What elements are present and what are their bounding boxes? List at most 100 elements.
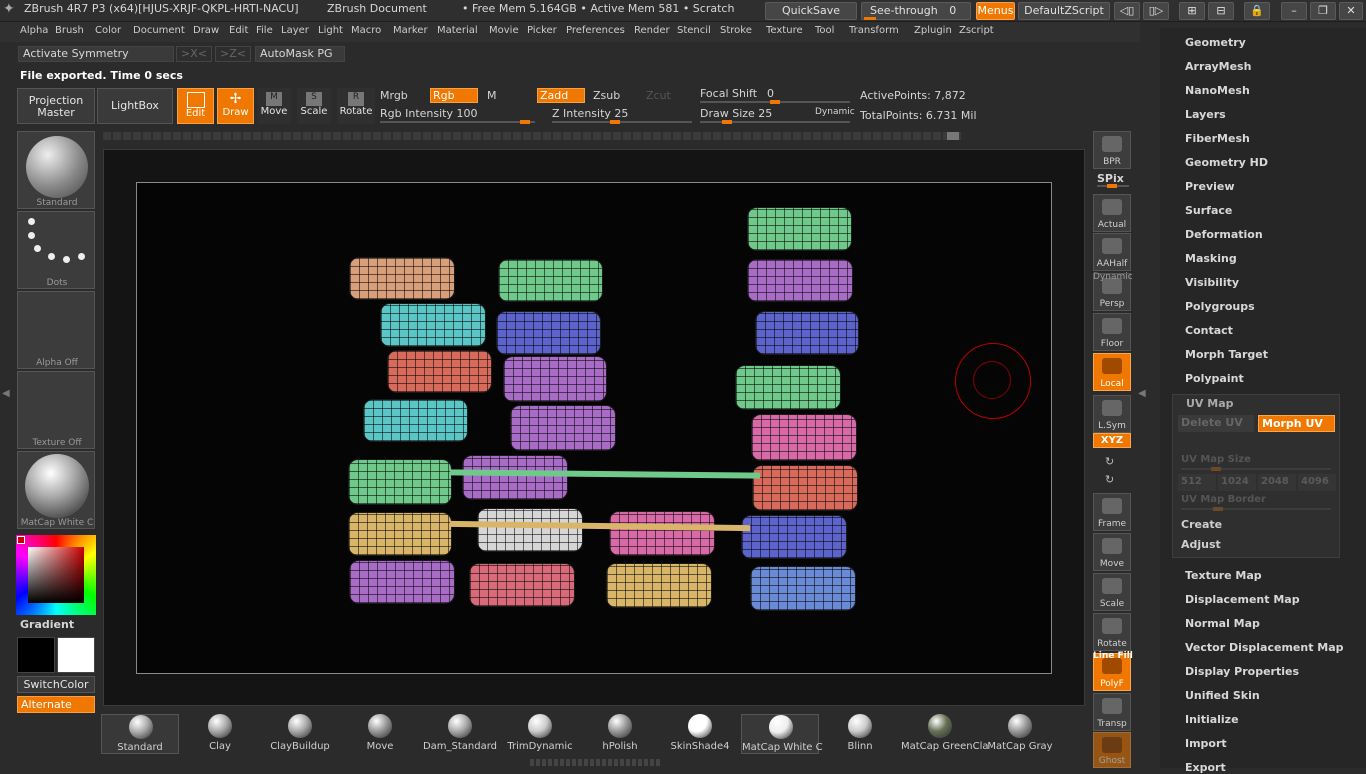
palette-visibility[interactable]: Visibility bbox=[1185, 276, 1239, 289]
palette-fibermesh[interactable]: FiberMesh bbox=[1185, 132, 1250, 145]
palette-masking[interactable]: Masking bbox=[1185, 252, 1237, 265]
z-intensity-track[interactable] bbox=[552, 120, 692, 124]
menu-marker[interactable]: Marker bbox=[393, 25, 428, 36]
x-symmetry-button[interactable]: >X< bbox=[176, 46, 212, 62]
xyz-button[interactable]: XYZ bbox=[1093, 433, 1131, 448]
zcut-button[interactable]: Zcut bbox=[646, 89, 671, 102]
uvmap-border-label[interactable]: UV Map Border bbox=[1181, 494, 1266, 505]
switchcolor-button[interactable]: SwitchColor bbox=[17, 676, 95, 693]
palette-layers[interactable]: Layers bbox=[1185, 108, 1226, 121]
menu-movie[interactable]: Movie bbox=[489, 25, 519, 36]
uvmap-size-slider[interactable] bbox=[1181, 467, 1331, 471]
palette-unified-skin[interactable]: Unified Skin bbox=[1185, 689, 1260, 702]
actual-button[interactable]: Actual bbox=[1093, 194, 1131, 232]
menu-alpha[interactable]: Alpha bbox=[20, 25, 48, 36]
lightbox-button[interactable]: LightBox bbox=[97, 88, 173, 124]
rgb-intensity-slider[interactable]: Rgb Intensity 100 bbox=[380, 107, 477, 120]
lsym-button[interactable]: L.Sym bbox=[1093, 395, 1131, 433]
palette-displacement-map[interactable]: Displacement Map bbox=[1185, 593, 1300, 606]
floor-button[interactable]: Floor bbox=[1093, 313, 1131, 351]
shelf-item-claybuildup[interactable]: ClayBuildup bbox=[261, 714, 339, 754]
shelf-item-skinshade4[interactable]: SkinShade4 bbox=[661, 714, 739, 754]
menu-edit[interactable]: Edit bbox=[229, 25, 248, 36]
stroke-thumbnail[interactable]: Dots bbox=[17, 211, 95, 289]
z-intensity-slider[interactable]: Z Intensity 25 bbox=[552, 107, 628, 120]
material-thumbnail[interactable]: MatCap White C bbox=[17, 451, 95, 529]
rgb-button[interactable]: Rgb bbox=[430, 88, 478, 103]
dynamic-persp-label[interactable]: Dynamic bbox=[1093, 272, 1133, 282]
secondary-color-swatch[interactable] bbox=[57, 637, 95, 673]
delete-uv-button[interactable]: Delete UV bbox=[1178, 415, 1254, 432]
shelf-item-clay[interactable]: Clay bbox=[181, 714, 259, 754]
palette-morph-target[interactable]: Morph Target bbox=[1185, 348, 1268, 361]
move-mode-button[interactable]: M Move bbox=[257, 88, 291, 124]
uvmap-title[interactable]: UV Map bbox=[1186, 397, 1234, 410]
menu-brush[interactable]: Brush bbox=[55, 25, 84, 36]
uvmap-size-1024[interactable]: 1024 bbox=[1218, 474, 1256, 491]
shelf-item-trimdynamic[interactable]: TrimDynamic bbox=[501, 714, 579, 754]
dynamic-button[interactable]: Dynamic bbox=[815, 107, 855, 117]
uvmap-size-4096[interactable]: 4096 bbox=[1298, 474, 1336, 491]
menu-color[interactable]: Color bbox=[95, 25, 121, 36]
menu-file[interactable]: File bbox=[256, 25, 273, 36]
edit-mode-button[interactable]: Edit bbox=[177, 88, 214, 124]
uvmap-border-slider[interactable] bbox=[1181, 507, 1331, 511]
palette-arraymesh[interactable]: ArrayMesh bbox=[1185, 60, 1251, 73]
alpha-thumbnail[interactable]: Alpha Off bbox=[17, 291, 95, 369]
shelf-item-move[interactable]: Move bbox=[341, 714, 419, 754]
canvas-top-scrollbar[interactable] bbox=[103, 132, 963, 140]
menu-picker[interactable]: Picker bbox=[527, 25, 557, 36]
palette-polypaint[interactable]: Polypaint bbox=[1185, 372, 1244, 385]
menu-texture[interactable]: Texture bbox=[766, 25, 803, 36]
rotate-mode-button[interactable]: R Rotate bbox=[337, 88, 375, 124]
brush-thumbnail[interactable]: Standard bbox=[17, 131, 95, 209]
palette-display-properties[interactable]: Display Properties bbox=[1185, 665, 1299, 678]
frame-button[interactable]: Frame bbox=[1093, 493, 1131, 531]
gradient-label[interactable]: Gradient bbox=[20, 618, 74, 631]
palette-surface[interactable]: Surface bbox=[1185, 204, 1232, 217]
texture-thumbnail[interactable]: Texture Off bbox=[17, 371, 95, 449]
palette-vector-displacement-map[interactable]: Vector Displacement Map bbox=[1185, 641, 1344, 654]
menu-tool[interactable]: Tool bbox=[815, 25, 834, 36]
see-through-slider[interactable]: See-through 0 bbox=[861, 2, 971, 20]
palette-deformation[interactable]: Deformation bbox=[1185, 228, 1263, 241]
scale-mode-button[interactable]: S Scale bbox=[297, 88, 331, 124]
z-symmetry-button[interactable]: >Z< bbox=[215, 46, 251, 62]
morph-uv-button[interactable]: Morph UV bbox=[1258, 415, 1335, 432]
projection-master-button[interactable]: Projection Master bbox=[17, 88, 95, 124]
menu-material[interactable]: Material bbox=[437, 25, 478, 36]
rotate-y-icon[interactable]: ↻ bbox=[1105, 473, 1114, 486]
mrgb-button[interactable]: Mrgb bbox=[380, 89, 408, 102]
shelf-item-matcap-gray[interactable]: MatCap Gray bbox=[981, 714, 1059, 754]
palette-geometry[interactable]: Geometry bbox=[1185, 36, 1246, 49]
palette-preview[interactable]: Preview bbox=[1185, 180, 1235, 193]
palette-texture-map[interactable]: Texture Map bbox=[1185, 569, 1262, 582]
menu-draw[interactable]: Draw bbox=[193, 25, 219, 36]
transp-button[interactable]: Transp bbox=[1093, 693, 1131, 731]
palette-nanomesh[interactable]: NanoMesh bbox=[1185, 84, 1250, 97]
adjust-button[interactable]: Adjust bbox=[1181, 538, 1221, 551]
color-square[interactable] bbox=[28, 547, 84, 603]
line-fill-button[interactable]: Line Fill bbox=[1093, 651, 1133, 661]
menu-zplugin[interactable]: Zplugin bbox=[914, 25, 952, 36]
activate-symmetry-button[interactable]: Activate Symmetry bbox=[18, 46, 174, 62]
move-view-button[interactable]: Move bbox=[1093, 533, 1131, 571]
palette-contact[interactable]: Contact bbox=[1185, 324, 1233, 337]
uvmap-size-label[interactable]: UV Map Size bbox=[1181, 454, 1251, 465]
menu-document[interactable]: Document bbox=[133, 25, 185, 36]
restore-icon[interactable]: ❐ bbox=[1310, 2, 1336, 20]
palette-geometry-hd[interactable]: Geometry HD bbox=[1185, 156, 1268, 169]
shelf-item-standard[interactable]: Standard bbox=[101, 714, 179, 754]
left-tray-arrow-icon[interactable]: ◀ bbox=[2, 388, 10, 399]
layout-icon[interactable]: ⊞ bbox=[1179, 2, 1205, 20]
bpr-button[interactable]: BPR bbox=[1093, 131, 1131, 169]
rotate-z-icon[interactable]: ↻ bbox=[1105, 455, 1114, 468]
default-zscript-button[interactable]: DefaultZScript bbox=[1018, 2, 1110, 20]
ghost-button[interactable]: Ghost bbox=[1093, 732, 1131, 768]
shelf-item-dam-standard[interactable]: Dam_Standard bbox=[421, 714, 499, 754]
draw-mode-button[interactable]: ✢ Draw bbox=[217, 88, 254, 124]
shelf-item-blinn[interactable]: Blinn bbox=[821, 714, 899, 754]
menus-button[interactable]: Menus bbox=[976, 2, 1015, 20]
menu-light[interactable]: Light bbox=[318, 25, 343, 36]
tray-left-icon[interactable]: ◁▯ bbox=[1114, 2, 1140, 20]
